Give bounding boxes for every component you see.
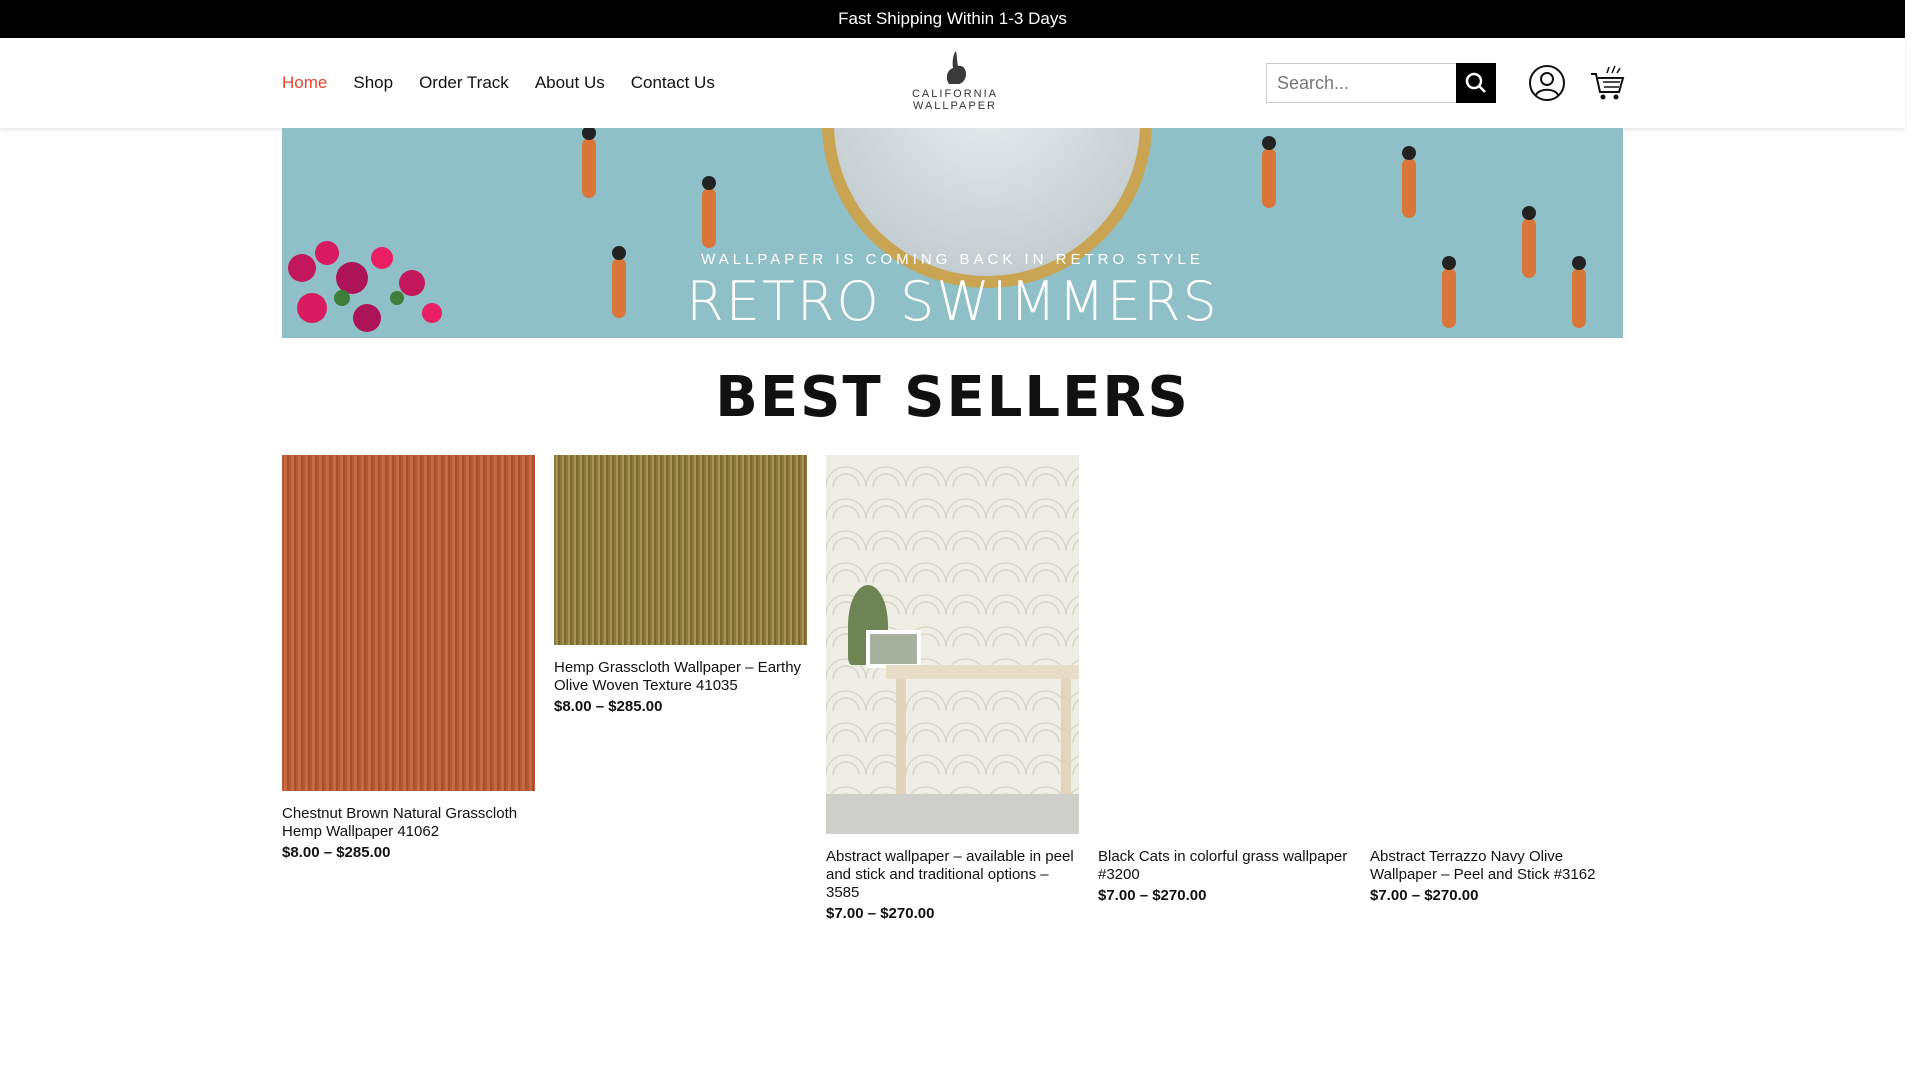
product-image[interactable] [1370, 455, 1623, 834]
product-card[interactable]: Black Cats in colorful grass wallpaper #… [1098, 455, 1351, 904]
product-card[interactable]: Abstract Terrazzo Navy Olive Wallpaper –… [1370, 455, 1623, 904]
product-card[interactable]: Chestnut Brown Natural Grasscloth Hemp W… [282, 455, 535, 861]
search-input[interactable] [1266, 63, 1456, 103]
swimmer-figure [1522, 206, 1536, 278]
nav-shop[interactable]: Shop [353, 73, 393, 93]
swimmer-figure [702, 176, 716, 248]
hero-subtitle: WALLPAPER IS COMING BACK IN RETRO STYLE [701, 251, 1204, 268]
rabbit-logo-icon [946, 51, 966, 84]
desk-top [886, 665, 1079, 679]
logo-text-line2: WALLPAPER [912, 100, 998, 112]
picture-frame [866, 630, 921, 668]
nav-order-track[interactable]: Order Track [419, 73, 509, 93]
product-price: $8.00 – $285.00 [282, 844, 391, 861]
logo-text-line1: CALIFORNIA [911, 88, 998, 100]
account-icon[interactable] [1528, 64, 1566, 102]
product-price: $8.00 – $285.00 [554, 698, 663, 715]
site-header: Home Shop Order Track About Us Contact U… [0, 38, 1905, 128]
cart-icon[interactable] [1589, 64, 1625, 102]
product-name[interactable]: Abstract Terrazzo Navy Olive Wallpaper –… [1370, 848, 1623, 884]
hero-banner[interactable]: WALLPAPER IS COMING BACK IN RETRO STYLE … [282, 128, 1623, 338]
swimmer-figure [1262, 136, 1276, 208]
search-button[interactable] [1456, 63, 1496, 103]
main-nav: Home Shop Order Track About Us Contact U… [282, 38, 715, 128]
nav-about-us[interactable]: About Us [535, 73, 605, 93]
desk-leg [1061, 679, 1071, 799]
product-name[interactable]: Black Cats in colorful grass wallpaper #… [1098, 848, 1351, 884]
product-image[interactable] [1098, 455, 1351, 834]
product-name[interactable]: Chestnut Brown Natural Grasscloth Hemp W… [282, 805, 535, 841]
product-card[interactable]: Hemp Grasscloth Wallpaper – Earthy Olive… [554, 455, 807, 715]
search-form [1266, 63, 1496, 103]
product-image[interactable] [282, 455, 535, 791]
nav-contact-us[interactable]: Contact Us [631, 73, 715, 93]
product-image[interactable] [826, 455, 1079, 834]
floor [826, 794, 1079, 834]
site-logo[interactable]: CALIFORNIA WALLPAPER [900, 48, 1010, 120]
shipping-banner: Fast Shipping Within 1-3 Days [0, 0, 1905, 38]
product-price: $7.00 – $270.00 [826, 905, 935, 922]
product-card[interactable]: Abstract wallpaper – available in peel a… [826, 455, 1079, 922]
swimmer-figure [1402, 146, 1416, 218]
shipping-text: Fast Shipping Within 1-3 Days [838, 9, 1067, 28]
search-icon [1465, 72, 1486, 93]
product-name[interactable]: Abstract wallpaper – available in peel a… [826, 848, 1079, 902]
desk-leg [896, 679, 906, 799]
hero-title: RETRO SWIMMERS [686, 270, 1219, 333]
swimmer-figure [582, 128, 596, 198]
nav-home[interactable]: Home [282, 73, 327, 93]
product-price: $7.00 – $270.00 [1370, 887, 1479, 904]
product-name[interactable]: Hemp Grasscloth Wallpaper – Earthy Olive… [554, 659, 807, 695]
best-sellers-heading: BEST SELLERS [715, 365, 1190, 430]
product-price: $7.00 – $270.00 [1098, 887, 1207, 904]
product-image[interactable] [554, 455, 807, 645]
